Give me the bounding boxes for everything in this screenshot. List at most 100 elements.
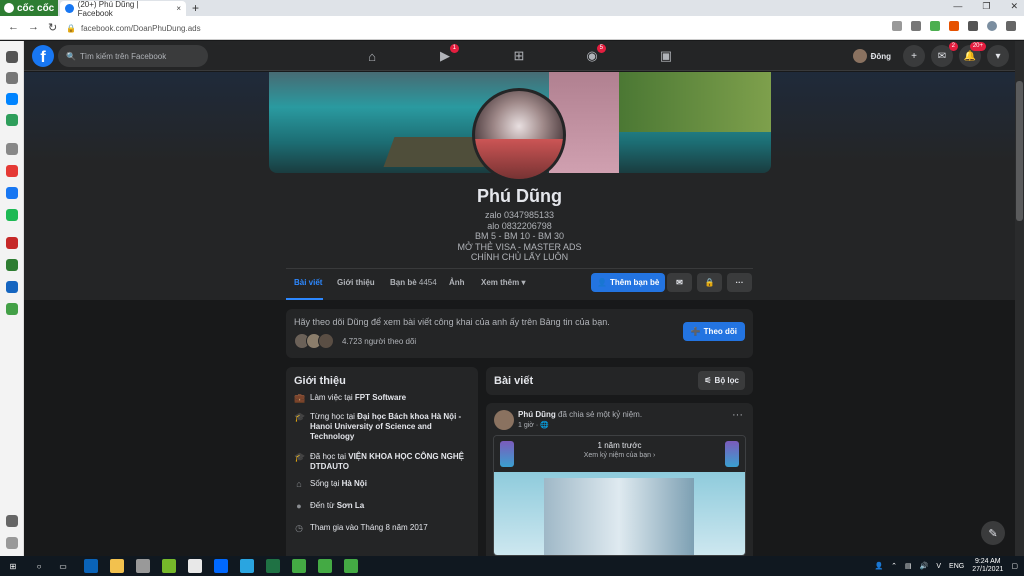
lock-button[interactable]: 🔒 <box>697 273 722 292</box>
intro-link[interactable]: Hà Nội <box>342 479 367 488</box>
post-author[interactable]: Phú Dũng <box>518 410 556 419</box>
posts-header: Bài viết ⚟ Bộ lọc <box>486 367 753 395</box>
clock-time: 9:24 AM <box>974 558 1001 565</box>
task-view-icon[interactable]: ▭ <box>56 559 70 573</box>
browser-tab[interactable]: (20+) Phú Dũng | Facebook × <box>60 0 186 18</box>
avatar[interactable] <box>494 410 514 430</box>
excel-icon[interactable] <box>266 559 280 573</box>
input-language[interactable]: ENG <box>949 563 964 570</box>
account-menu-button[interactable]: ▾ <box>987 45 1009 67</box>
memory-image[interactable] <box>494 472 745 555</box>
message-button[interactable]: ✉ <box>667 273 692 292</box>
post-options-button[interactable]: ··· <box>732 409 743 421</box>
coccoc-taskbar-icon[interactable] <box>344 559 358 573</box>
intro-text: Đến từ <box>310 501 337 510</box>
facebook-logo-icon[interactable]: f <box>32 45 54 67</box>
create-button[interactable]: + <box>903 45 925 67</box>
home-nav-icon[interactable]: ⌂ <box>363 47 381 65</box>
marketplace-nav-icon[interactable]: ⊞ <box>510 47 528 65</box>
tab-friends[interactable]: Bạn bè 4454 <box>390 278 437 287</box>
game-icon[interactable] <box>6 114 18 126</box>
profile-icon[interactable] <box>987 21 997 31</box>
shield-icon[interactable] <box>911 21 921 31</box>
post-time[interactable]: 1 giờ · <box>518 422 540 429</box>
more-icon[interactable] <box>6 537 18 549</box>
facebook-favicon-icon <box>65 4 74 13</box>
history-icon[interactable] <box>6 72 18 84</box>
intro-link[interactable]: FPT Software <box>355 393 406 402</box>
forward-button[interactable]: → <box>28 21 39 33</box>
spotify-icon[interactable] <box>6 209 18 221</box>
messenger-icon[interactable] <box>6 93 18 105</box>
follower-count[interactable]: 4.723 người theo dõi <box>342 337 416 346</box>
post-author-line: Phú Dũng đã chia sẻ một kỷ niệm. <box>518 410 642 419</box>
add-friend-button[interactable]: 👤 Thêm bạn bè <box>591 273 666 292</box>
minimize-button[interactable]: — <box>953 1 962 12</box>
store-icon[interactable] <box>136 559 150 573</box>
edge-icon[interactable] <box>84 559 98 573</box>
coccoc-taskbar-icon[interactable] <box>292 559 306 573</box>
zalo-icon[interactable] <box>214 559 228 573</box>
system-clock[interactable]: 9:24 AM 27/1/2021 <box>972 558 1003 574</box>
facebook-icon[interactable] <box>6 187 18 199</box>
profile-picture[interactable] <box>472 88 566 182</box>
tab-posts[interactable]: Bài viết <box>294 278 322 287</box>
new-tab-button[interactable]: + <box>192 1 199 15</box>
follow-button[interactable]: ➕ Theo dõi <box>682 322 745 341</box>
maximize-button[interactable]: ❐ <box>982 1 990 12</box>
tab-photos[interactable]: Ảnh <box>449 278 465 287</box>
vpn-icon[interactable]: V <box>936 563 941 570</box>
groups-nav-icon[interactable]: ◉ 5 <box>583 44 606 65</box>
shortcut-icon[interactable] <box>6 303 18 315</box>
watch-nav-icon[interactable]: ▶ 1 <box>436 44 459 65</box>
search-input[interactable]: 🔍 Tìm kiếm trên Facebook <box>58 45 208 67</box>
messenger-button[interactable]: ✉ 2 <box>931 42 958 67</box>
scrollbar-thumb[interactable] <box>1016 81 1023 221</box>
youtube-icon[interactable] <box>6 165 18 177</box>
notifications-button[interactable]: 🔔 20+ <box>959 42 986 67</box>
star-icon[interactable] <box>892 21 902 31</box>
more-options-button[interactable]: ··· <box>727 273 752 292</box>
coccoc-taskbar-icon[interactable] <box>318 559 332 573</box>
chevron-up-icon[interactable]: ⌃ <box>891 562 897 570</box>
notification-bell-icon[interactable] <box>6 515 18 527</box>
app-icon[interactable] <box>188 559 202 573</box>
tab-about[interactable]: Giới thiệu <box>337 278 375 287</box>
filter-button[interactable]: ⚟ Bộ lọc <box>698 371 745 390</box>
page-scrollbar[interactable] <box>1015 41 1024 556</box>
search-icon[interactable]: ○ <box>32 559 46 573</box>
window-controls: — ❐ ✕ <box>953 1 1018 12</box>
gaming-nav-icon[interactable]: ▣ <box>657 47 675 65</box>
game-shortcut-icon[interactable] <box>6 259 18 271</box>
download-icon[interactable] <box>930 21 940 31</box>
teamviewer-icon[interactable] <box>240 559 254 573</box>
user-profile-chip[interactable]: Đông <box>852 49 891 63</box>
intro-link[interactable]: Sơn La <box>337 501 364 510</box>
memory-header: 1 năm trước Xem kỷ niệm của bạn › <box>494 436 745 472</box>
tab-close-button[interactable]: × <box>176 4 181 13</box>
back-button[interactable]: ← <box>8 21 19 33</box>
extension-icon[interactable] <box>949 21 959 31</box>
reload-button[interactable]: ↻ <box>48 21 57 34</box>
add-icon[interactable] <box>6 143 18 155</box>
vtv-icon[interactable] <box>6 237 18 249</box>
memory-card[interactable]: 1 năm trước Xem kỷ niệm của bạn › <box>493 435 746 556</box>
close-window-button[interactable]: ✕ <box>1010 1 1018 12</box>
windows-start-icon[interactable]: ⊞ <box>6 559 20 573</box>
tab-more[interactable]: Xem thêm ▾ <box>481 278 525 287</box>
volume-icon[interactable]: 🔊 <box>920 562 929 570</box>
new-message-button[interactable]: ✎ <box>981 521 1005 545</box>
network-icon[interactable]: ▤ <box>905 562 912 570</box>
settings-icon[interactable] <box>6 51 18 63</box>
memory-link[interactable]: Xem kỷ niệm của bạn › <box>494 452 745 459</box>
news-icon[interactable] <box>6 281 18 293</box>
puzzle-icon[interactable] <box>968 21 978 31</box>
coccoc-logo[interactable]: cốc cốc <box>0 0 58 16</box>
url-field[interactable]: 🔒 facebook.com/DoanPhuDung.ads <box>66 21 866 35</box>
menu-icon[interactable] <box>1006 21 1016 31</box>
file-explorer-icon[interactable] <box>110 559 124 573</box>
people-icon[interactable]: 👤 <box>874 562 883 570</box>
app-icon[interactable] <box>162 559 176 573</box>
notification-center-icon[interactable]: ▢ <box>1011 562 1018 570</box>
facebook-header: f 🔍 Tìm kiếm trên Facebook ⌂ ▶ 1 ⊞ ◉ 5 ▣ Đ… <box>24 41 1015 71</box>
